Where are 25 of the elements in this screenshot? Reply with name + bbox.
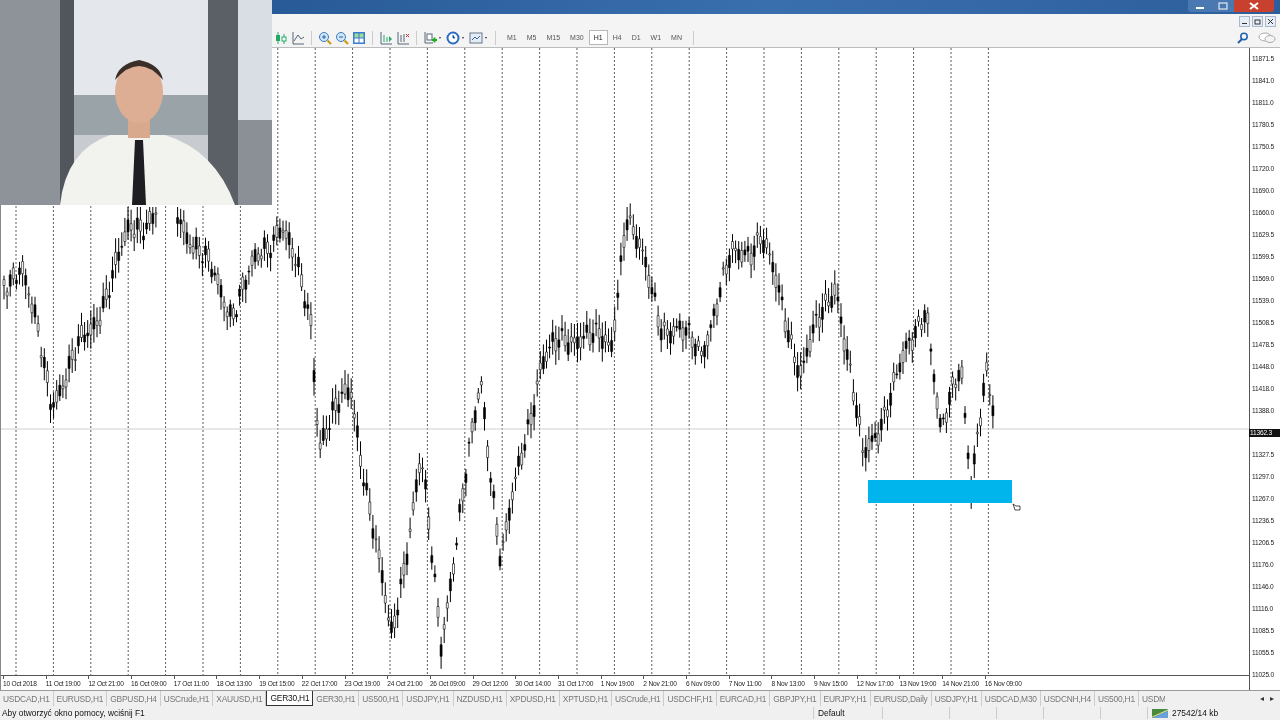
chart-tab[interactable]: GER30,H1 bbox=[266, 691, 314, 706]
clock-icon[interactable] bbox=[446, 30, 466, 45]
autoscroll-icon[interactable] bbox=[396, 30, 410, 45]
close-icon[interactable] bbox=[1234, 0, 1274, 12]
add-indicator-icon[interactable] bbox=[423, 30, 443, 45]
tab-scroll-arrow[interactable]: ▸ bbox=[1268, 694, 1276, 703]
tab-scroll-arrow[interactable]: ◂ bbox=[1258, 694, 1266, 703]
candlestick-icon[interactable] bbox=[274, 30, 288, 45]
traffic-text: 27542/14 kb bbox=[1172, 707, 1219, 719]
restore-icon[interactable] bbox=[1252, 15, 1263, 27]
line-chart-icon[interactable] bbox=[291, 30, 305, 45]
close-icon[interactable] bbox=[1265, 15, 1276, 27]
zoom-out-icon[interactable] bbox=[335, 30, 349, 45]
profile-name: Default bbox=[818, 707, 845, 719]
status-text: Aby otworzyć okno pomocy, wciśnij F1 bbox=[1, 708, 146, 718]
restore-icon[interactable] bbox=[1212, 0, 1234, 12]
chart-tab[interactable]: USDM bbox=[1138, 691, 1165, 706]
minimize-icon[interactable] bbox=[1239, 15, 1250, 27]
search-icon[interactable] bbox=[1237, 31, 1249, 44]
template-icon[interactable] bbox=[469, 30, 489, 45]
hand-cursor-icon bbox=[1012, 503, 1021, 511]
connection-bars-icon bbox=[1152, 708, 1168, 718]
zoom-in-icon[interactable] bbox=[318, 30, 332, 45]
tile-windows-icon[interactable] bbox=[352, 30, 366, 45]
chart-shift-icon[interactable] bbox=[379, 30, 393, 45]
